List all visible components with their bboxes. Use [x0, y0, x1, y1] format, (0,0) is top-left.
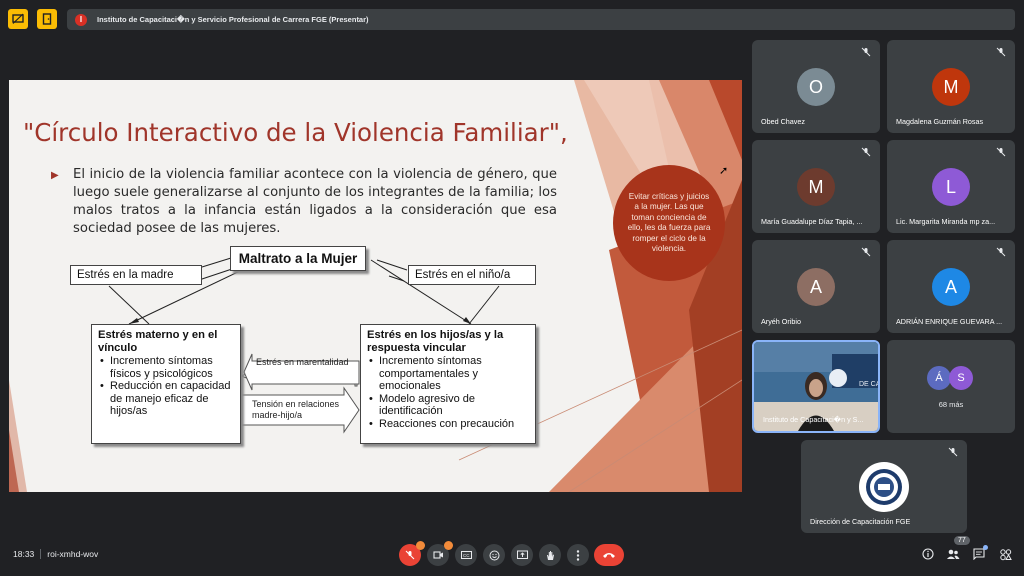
- leave-call-button[interactable]: [594, 544, 624, 566]
- layout-toggle-button[interactable]: [37, 9, 57, 29]
- participant-tile[interactable]: Dirección de Capacitación FGE: [801, 440, 967, 533]
- more-vert-icon: [576, 549, 580, 561]
- mic-off-icon: [861, 147, 871, 157]
- avatar: L: [932, 168, 970, 206]
- avatar: O: [797, 68, 835, 106]
- presentation-banner[interactable]: I Instituto de Capacitaci�n y Servicio P…: [67, 9, 1015, 30]
- arrow-label-tension: Tensión en relaciones madre-hijo/a: [252, 399, 340, 420]
- present-screen-button[interactable]: [511, 544, 533, 566]
- arrow-label-marentalidad: Estrés en marentalidad: [256, 357, 349, 367]
- participant-name: Lic. Margarita Miranda mp za...: [896, 217, 996, 226]
- mic-off-icon: [996, 247, 1006, 257]
- chat-icon: [973, 548, 985, 560]
- participant-tile[interactable]: L Lic. Margarita Miranda mp za...: [887, 140, 1015, 233]
- right-block: Estrés en los hijos/as y la respuesta vi…: [360, 324, 536, 444]
- left-stress-label: Estrés en la madre: [70, 265, 202, 285]
- left-block-heading: Estrés materno y en el vínculo: [98, 329, 218, 354]
- participant-name: Instituto de Capacitaci�n y S...: [763, 415, 864, 424]
- activities-icon: [999, 548, 1012, 560]
- mouse-cursor-icon: ➚: [719, 165, 729, 177]
- left-block-item: Reducción en capacidad de manejo eficaz …: [98, 380, 234, 418]
- presentation-mode-button[interactable]: [8, 9, 28, 29]
- center-box: Maltrato a la Mujer: [230, 246, 366, 271]
- emoji-icon: [489, 550, 499, 560]
- screen-icon: [12, 13, 24, 24]
- participant-name: Dirección de Capacitación FGE: [810, 517, 911, 526]
- participant-video-tile[interactable]: DE CA Instituto de Capacitaci�n y S...: [752, 340, 880, 433]
- meet-window: I Instituto de Capacitaci�n y Servicio P…: [0, 0, 1024, 576]
- participant-tile[interactable]: M Magdalena Guzmán Rosas: [887, 40, 1015, 133]
- meeting-details-button[interactable]: [921, 547, 935, 561]
- meeting-info: 18:33 roi-xmhd-wov: [13, 549, 98, 559]
- mic-off-icon: [861, 247, 871, 257]
- mic-off-icon: [405, 550, 415, 560]
- avatar: Á: [927, 366, 951, 390]
- more-participants-tile[interactable]: Á S 68 más: [887, 340, 1015, 433]
- right-block-item: Reacciones con precaución: [367, 418, 529, 431]
- presentation-title: Instituto de Capacitaci�n y Servicio Pro…: [97, 15, 369, 24]
- slide-title: "Círculo Interactivo de la Violencia Fam…: [23, 118, 568, 147]
- circle-note-text: Evitar críticas y juicios a la mujer. La…: [627, 191, 711, 254]
- participant-tile[interactable]: A Aryéh Oribio: [752, 240, 880, 333]
- warning-badge: [416, 541, 425, 550]
- mic-toggle-button[interactable]: [399, 541, 425, 566]
- raise-hand-button[interactable]: [539, 544, 561, 566]
- people-button[interactable]: [946, 547, 960, 561]
- present-icon: [516, 550, 528, 559]
- clock-time: 18:33: [13, 549, 35, 559]
- mic-off-icon: [948, 447, 958, 457]
- participant-name: Obed Chavez: [761, 117, 805, 126]
- camera-toggle-button[interactable]: [427, 541, 453, 566]
- avatar: M: [932, 68, 970, 106]
- emoji-button[interactable]: [483, 544, 505, 566]
- participant-name: Aryéh Oribio: [761, 317, 801, 326]
- captions-button[interactable]: CC: [455, 544, 477, 566]
- right-block-heading: Estrés en los hijos/as y la respuesta vi…: [367, 329, 504, 354]
- door-icon: [42, 13, 52, 25]
- circle-note: Evitar críticas y juicios a la mujer. La…: [613, 165, 725, 281]
- mic-off-icon: [861, 47, 871, 57]
- mic-off-icon: [996, 147, 1006, 157]
- people-icon: [947, 549, 960, 559]
- hand-icon: [547, 550, 554, 560]
- center-box-label: Maltrato a la Mujer: [238, 251, 358, 266]
- right-block-item: Incremento síntomas comportamentales y e…: [367, 355, 529, 393]
- chat-button[interactable]: [972, 545, 988, 561]
- participant-tile[interactable]: M María Guadalupe Díaz Tapia, ...: [752, 140, 880, 233]
- avatar: M: [797, 168, 835, 206]
- presenter-avatar: I: [75, 13, 87, 26]
- activities-button[interactable]: [998, 547, 1012, 561]
- avatar: A: [932, 268, 970, 306]
- svg-text:CC: CC: [463, 553, 470, 558]
- warning-badge: [444, 541, 453, 550]
- participant-name: ADRIÁN ENRIQUE GUEVARA ...: [896, 317, 1003, 326]
- participant-count-badge: 77: [954, 536, 970, 545]
- svg-text:DE CA: DE CA: [859, 381, 878, 388]
- info-icon: [922, 548, 934, 560]
- divider: [40, 549, 42, 559]
- more-participants-label: 68 más: [938, 400, 964, 409]
- participant-name: María Guadalupe Díaz Tapia, ...: [761, 217, 863, 226]
- participant-tile[interactable]: A ADRIÁN ENRIQUE GUEVARA ...: [887, 240, 1015, 333]
- slide-bullet-text: El inicio de la violencia familiar acont…: [73, 167, 557, 236]
- left-block-item: Incremento síntomas físicos y psicológic…: [98, 355, 234, 380]
- mic-off-icon: [996, 47, 1006, 57]
- fge-seal-logo: [859, 462, 909, 512]
- avatar: S: [949, 366, 973, 390]
- chat-unread-dot: [983, 545, 988, 550]
- participant-tile[interactable]: O Obed Chavez: [752, 40, 880, 133]
- meeting-code: roi-xmhd-wov: [47, 549, 99, 559]
- avatar: A: [797, 268, 835, 306]
- captions-icon: CC: [460, 551, 472, 559]
- shared-slide: "Círculo Interactivo de la Violencia Fam…: [9, 80, 742, 492]
- more-options-button[interactable]: [567, 544, 589, 566]
- bullet-arrow-icon: ▶: [51, 170, 59, 181]
- right-block-item: Modelo agresivo de identificación: [367, 393, 529, 418]
- right-stress-label: Estrés en el niño/a: [408, 265, 536, 285]
- left-block: Estrés materno y en el vínculo Increment…: [91, 324, 241, 444]
- hangup-icon: [603, 553, 615, 558]
- camera-off-icon: [432, 551, 443, 559]
- participant-name: Magdalena Guzmán Rosas: [896, 117, 984, 126]
